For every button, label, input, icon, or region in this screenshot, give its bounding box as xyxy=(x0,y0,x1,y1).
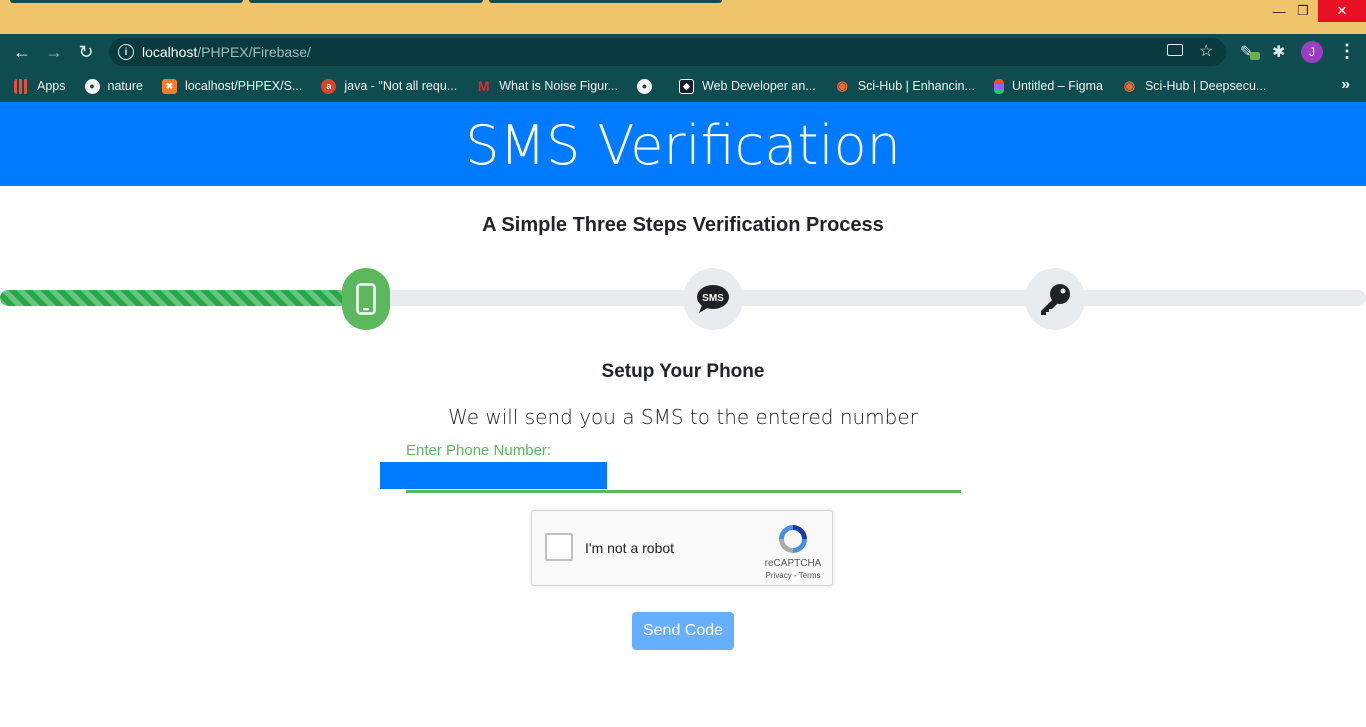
send-code-button[interactable]: Send Code xyxy=(632,612,734,650)
extensions-puzzle-icon[interactable]: ✱ xyxy=(1272,42,1285,62)
recaptcha-brand: reCAPTCHA xyxy=(764,558,822,569)
url-path: /PHPEX/Firebase/ xyxy=(197,44,311,60)
sms-bubble-label: SMS xyxy=(702,293,724,304)
phone-number-label: Enter Phone Number: xyxy=(406,442,552,459)
key-icon xyxy=(1041,284,1070,315)
phone-number-input[interactable] xyxy=(380,462,607,489)
bookmark-globe[interactable]: ● xyxy=(637,78,660,94)
recaptcha-widget: I'm not a robot reCAPTCHA Privacy - Term… xyxy=(531,510,833,586)
bookmark-figma[interactable]: Untitled – Figma xyxy=(993,78,1103,94)
step-phone xyxy=(342,268,390,330)
address-bar[interactable]: i localhost/PHPEX/Firebase/ ☆ xyxy=(109,38,1226,66)
url-host: localhost xyxy=(142,44,198,60)
bookmark-scihub-2[interactable]: ◉ Sci-Hub | Deepsecu... xyxy=(1122,78,1267,94)
bookmark-localhost[interactable]: ✖ localhost/PHPEX/S... xyxy=(161,78,302,94)
site-info-icon[interactable]: i xyxy=(118,44,134,60)
page-title: SMS Verification xyxy=(465,114,901,177)
section-title: Setup Your Phone xyxy=(601,361,765,382)
window-titlebar: — ❐ ✕ xyxy=(0,0,1366,34)
browser-menu-icon[interactable]: ⋮ xyxy=(1338,41,1356,61)
recaptcha-logo-icon xyxy=(779,525,807,553)
ask-icon: a xyxy=(321,78,337,94)
lead-text: We will send you a SMS to the entered nu… xyxy=(448,405,918,429)
scihub-icon: ◉ xyxy=(836,78,848,93)
page-header: SMS Verification xyxy=(0,102,1366,186)
bookmark-scihub-1[interactable]: ◉ Sci-Hub | Enhancin... xyxy=(835,78,975,94)
bookmarks-bar: Apps ● nature ✖ localhost/PHPEX/S... a java… xyxy=(0,70,1366,102)
apps-grid-icon xyxy=(14,78,29,94)
extension-pen-icon[interactable]: ✎ xyxy=(1240,42,1260,62)
step-sms: SMS xyxy=(683,268,743,330)
mobile-phone-icon xyxy=(356,283,376,315)
recaptcha-checkbox[interactable] xyxy=(545,533,573,561)
globe-icon: ● xyxy=(84,78,100,94)
phone-input-underline xyxy=(406,490,961,493)
reload-icon[interactable]: ↻ xyxy=(74,40,98,64)
url-text[interactable]: localhost/PHPEX/Firebase/ xyxy=(142,44,311,60)
bookmarks-overflow-icon[interactable]: » xyxy=(1341,76,1350,94)
close-icon[interactable]: ✕ xyxy=(1318,0,1366,22)
browser-toolbar: ← → ↻ i localhost/PHPEX/Firebase/ ☆ ✎ ✱ … xyxy=(0,34,1366,70)
recaptcha-privacy-terms-link[interactable]: Privacy - Terms xyxy=(756,571,830,580)
scihub-icon: ◉ xyxy=(1123,78,1136,93)
bookmark-star-icon[interactable]: ☆ xyxy=(1199,41,1213,61)
recaptcha-label: I'm not a robot xyxy=(585,540,675,556)
bookmark-java[interactable]: a java - "Not all requ... xyxy=(321,78,457,94)
cast-icon[interactable] xyxy=(1167,44,1183,56)
progress-bar-fill xyxy=(0,290,369,306)
sms-bubble-icon: SMS xyxy=(697,285,729,313)
bookmark-nature[interactable]: ● nature xyxy=(84,78,143,94)
profile-avatar[interactable]: J xyxy=(1301,41,1323,63)
globe-icon: ● xyxy=(637,78,652,94)
bookmark-noise-figure[interactable]: M What is Noise Figur... xyxy=(476,78,618,94)
figma-icon xyxy=(993,78,1004,94)
back-arrow-icon[interactable]: ← xyxy=(10,40,34,64)
bookmark-web-developer[interactable]: ◆ Web Developer an... xyxy=(679,78,816,94)
forward-arrow-icon[interactable]: → xyxy=(42,40,66,64)
m-logo-icon: M xyxy=(477,78,490,94)
step-key xyxy=(1025,268,1085,330)
xampp-icon: ✖ xyxy=(161,78,177,94)
freecodecamp-icon: ◆ xyxy=(679,78,694,94)
tab-strip[interactable] xyxy=(10,0,722,3)
bookmark-apps[interactable]: Apps xyxy=(14,78,66,94)
process-subtitle: A Simple Three Steps Verification Proces… xyxy=(482,214,884,236)
